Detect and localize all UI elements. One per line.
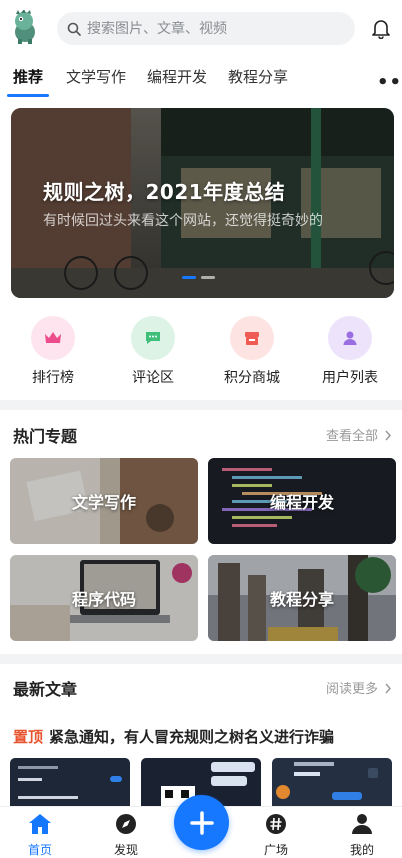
nav-label: 发现	[113, 843, 138, 857]
section-divider	[0, 400, 402, 410]
store-icon	[230, 316, 274, 360]
search-bar[interactable]	[57, 12, 355, 45]
banner-carousel[interactable]: 规则之树，2021年度总结 有时候回过头来看这个网站，还觉得挺奇妙的	[11, 108, 394, 298]
topic-label: 文学写作	[71, 493, 136, 512]
tab-literature[interactable]: 文学写作	[66, 66, 126, 87]
top-bar: 推荐 文学写作 编程开发 教程分享 •••	[0, 0, 402, 98]
dinosaur-avatar-icon[interactable]	[10, 10, 40, 44]
topic-label: 编程开发	[269, 493, 334, 512]
plus-icon	[189, 810, 214, 835]
tab-programming[interactable]: 编程开发	[147, 66, 207, 87]
nav-discover[interactable]: 发现	[96, 813, 156, 858]
article-thumbnail[interactable]	[10, 758, 130, 808]
quick-link-label: 排行榜	[32, 370, 74, 386]
banner-title: 规则之树，2021年度总结	[43, 180, 286, 204]
tab-recommend[interactable]: 推荐	[13, 66, 43, 87]
quick-link-label: 用户列表	[322, 370, 378, 386]
pinned-article-title: 紧急通知，有人冒充规则之树名义进行诈骗	[49, 728, 335, 746]
quick-link-store[interactable]: 积分商城	[202, 316, 302, 387]
active-tab-indicator	[7, 94, 49, 97]
nav-label: 我的	[349, 843, 374, 857]
nav-mine[interactable]: 我的	[332, 813, 392, 858]
thumbnail-image	[272, 758, 392, 808]
comment-icon	[131, 316, 175, 360]
topic-tile-literature[interactable]: 文学写作	[10, 458, 198, 544]
nav-home[interactable]: 首页	[10, 813, 70, 858]
chevron-right-icon	[385, 430, 392, 441]
nav-label: 首页	[27, 843, 52, 857]
quick-link-label: 评论区	[132, 370, 174, 386]
topic-label: 教程分享	[269, 590, 334, 609]
read-more-label: 阅读更多	[326, 682, 379, 697]
article-thumbnail[interactable]	[272, 758, 392, 808]
quick-link-users[interactable]: 用户列表	[300, 316, 400, 387]
topic-tile-code[interactable]: 程序代码	[10, 555, 198, 641]
banner-subtitle: 有时候回过头来看这个网站，还觉得挺奇妙的	[43, 213, 323, 229]
hashtag-icon	[266, 814, 286, 834]
view-all-link[interactable]: 查看全部	[326, 425, 392, 444]
read-more-link[interactable]: 阅读更多	[326, 678, 392, 697]
quick-link-comments[interactable]: 评论区	[103, 316, 203, 387]
profile-icon	[352, 814, 372, 834]
carousel-dot[interactable]	[201, 276, 215, 279]
user-icon	[328, 316, 372, 360]
search-input[interactable]	[87, 20, 337, 37]
pinned-tag: 置顶	[13, 728, 44, 746]
topic-label: 程序代码	[71, 590, 136, 609]
crown-icon	[31, 316, 75, 360]
topic-tile-tutorials[interactable]: 教程分享	[208, 555, 396, 641]
main-content: 规则之树，2021年度总结 有时候回过头来看这个网站，还觉得挺奇妙的 排行榜 评…	[0, 98, 402, 808]
pinned-article[interactable]: 置顶 紧急通知，有人冒充规则之树名义进行诈骗	[13, 726, 334, 747]
view-all-label: 查看全部	[326, 429, 379, 444]
more-dots-icon[interactable]: •••	[377, 72, 402, 93]
add-post-button[interactable]	[174, 795, 229, 850]
search-icon	[67, 22, 81, 36]
nav-square[interactable]: 广场	[246, 813, 306, 858]
quick-link-ranking[interactable]: 排行榜	[3, 316, 103, 387]
quick-link-label: 积分商城	[224, 370, 280, 386]
carousel-dot-active[interactable]	[182, 276, 196, 279]
compass-icon	[116, 814, 136, 834]
bell-icon[interactable]	[370, 17, 392, 39]
latest-articles-title: 最新文章	[13, 680, 78, 699]
thumbnail-image	[10, 758, 130, 808]
section-divider	[0, 654, 402, 664]
category-tabs: 推荐 文学写作 编程开发 教程分享 •••	[0, 62, 402, 98]
carousel-dots	[182, 276, 215, 279]
hot-topics-title: 热门专题	[13, 427, 78, 446]
home-icon	[29, 814, 51, 834]
tab-tutorials[interactable]: 教程分享	[228, 66, 288, 87]
topic-tile-programming[interactable]: 编程开发	[208, 458, 396, 544]
chevron-right-icon	[385, 683, 392, 694]
nav-label: 广场	[263, 843, 288, 857]
